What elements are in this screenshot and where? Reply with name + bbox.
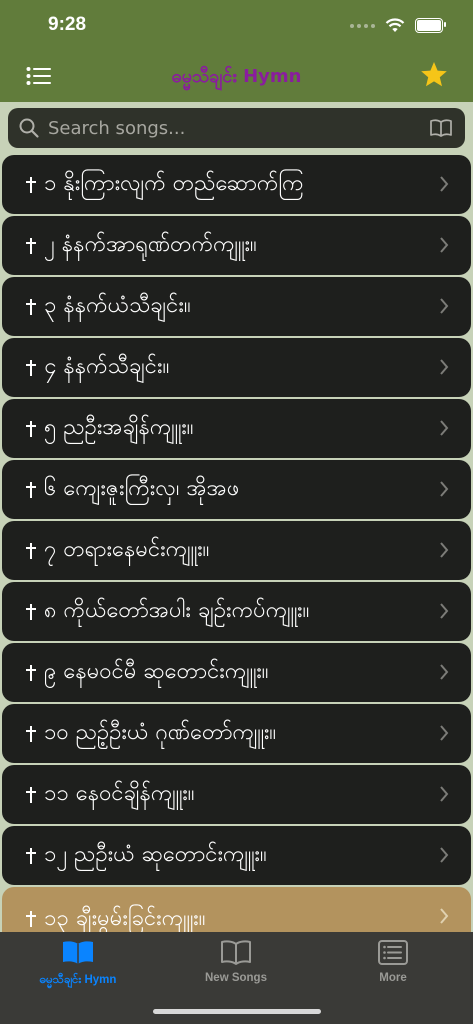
cross-icon bbox=[26, 359, 36, 376]
tab-label: ဓမ္မသီချင်း Hymn bbox=[39, 974, 117, 986]
list-item[interactable]: ၈ ကိုယ်တော်အပါး ချဉ်းကပ်ကျူး။ bbox=[2, 582, 471, 641]
navigation-header: 9:28 ဓမ္မသီချင်း Hymn bbox=[0, 0, 473, 102]
cross-icon bbox=[26, 786, 36, 803]
song-title: ၉ နေမဝင်မီ ဆုတောင်းကျူး။ bbox=[44, 659, 269, 684]
song-list: ၁ နိုးကြားလျက် တည်ဆောက်ကြ ၂ နံနက်အာရုဏ်တ… bbox=[0, 155, 473, 959]
cross-icon bbox=[26, 664, 36, 681]
page-title: ဓမ္မသီချင်း Hymn bbox=[171, 66, 302, 87]
cross-icon bbox=[26, 847, 36, 864]
list-item[interactable]: ၁၁ နေဝင်ချိန်ကျူး။ bbox=[2, 765, 471, 824]
tab-label: More bbox=[379, 972, 407, 984]
open-book-icon bbox=[63, 941, 93, 964]
cross-icon bbox=[26, 298, 36, 315]
tab-hymn[interactable]: ဓမ္မသီချင်း Hymn bbox=[18, 938, 138, 989]
list-item[interactable]: ၁၂ ညဦးယံ ဆုတောင်းကျူး။ bbox=[2, 826, 471, 885]
tab-new-songs[interactable]: New Songs bbox=[176, 938, 296, 984]
song-title: ၁၂ ညဦးယံ ဆုတောင်းကျူး။ bbox=[44, 842, 267, 867]
list-item[interactable]: ၇ တရားနေမင်းကျူး။ bbox=[2, 521, 471, 580]
song-title: ၁၃ ချီးမွမ်းခြင်းကျူး။ bbox=[44, 905, 206, 931]
cross-icon bbox=[26, 237, 36, 254]
chevron-right-icon bbox=[440, 908, 449, 924]
song-title: ၆ ကျေးဇူးကြီးလှ၊ အိုအဖ bbox=[44, 476, 240, 501]
song-title: ၁၁ နေဝင်ချိန်ကျူး။ bbox=[44, 781, 195, 806]
list-box-icon bbox=[378, 940, 408, 965]
song-title: ၁ နိုးကြားလျက် တည်ဆောက်ကြ bbox=[44, 171, 304, 196]
cross-icon bbox=[26, 911, 36, 927]
wifi-icon bbox=[385, 18, 405, 32]
list-item[interactable]: ၃ နံနက်ယံသီချင်း။ bbox=[2, 277, 471, 336]
status-icons bbox=[350, 18, 446, 33]
list-item[interactable]: ၁ နိုးကြားလျက် တည်ဆောက်ကြ bbox=[2, 155, 471, 214]
list-item[interactable]: ၅ ညဦးအချိန်ကျူး။ bbox=[2, 399, 471, 458]
tab-more[interactable]: More bbox=[333, 938, 453, 984]
list-item[interactable]: ၁၀ ညဉ့်ဦးယံ ဂုဏ်တော်ကျူး။ bbox=[2, 704, 471, 763]
chevron-right-icon bbox=[440, 237, 449, 253]
cross-icon bbox=[26, 542, 36, 559]
cross-icon bbox=[26, 481, 36, 498]
signal-icon bbox=[350, 23, 375, 28]
chevron-right-icon bbox=[440, 725, 449, 741]
book-icon[interactable] bbox=[429, 117, 453, 139]
chevron-right-icon bbox=[440, 786, 449, 802]
book-outline-icon bbox=[221, 940, 251, 965]
cross-icon bbox=[26, 725, 36, 742]
chevron-right-icon bbox=[440, 420, 449, 436]
cross-icon bbox=[26, 176, 36, 193]
chevron-right-icon bbox=[440, 298, 449, 314]
search-icon bbox=[19, 118, 39, 138]
favorites-star-icon[interactable] bbox=[419, 60, 449, 90]
search-input[interactable] bbox=[46, 116, 429, 140]
list-item[interactable]: ၂ နံနက်အာရုဏ်တက်ကျူး။ bbox=[2, 216, 471, 275]
tab-label: New Songs bbox=[205, 972, 267, 984]
cross-icon bbox=[26, 420, 36, 437]
battery-icon bbox=[415, 18, 446, 33]
list-item[interactable]: ၉ နေမဝင်မီ ဆုတောင်းကျူး။ bbox=[2, 643, 471, 702]
cross-icon bbox=[26, 603, 36, 620]
search-bar bbox=[8, 108, 465, 148]
song-title: ၃ နံနက်ယံသီချင်း။ bbox=[44, 293, 191, 318]
song-title: ၄ နံနက်သီချင်း။ bbox=[44, 354, 170, 379]
list-item[interactable]: ၆ ကျေးဇူးကြီးလှ၊ အိုအဖ bbox=[2, 460, 471, 519]
song-title: ၂ နံနက်အာရုဏ်တက်ကျူး။ bbox=[44, 232, 257, 257]
chevron-right-icon bbox=[440, 359, 449, 375]
chevron-right-icon bbox=[440, 481, 449, 497]
chevron-right-icon bbox=[440, 603, 449, 619]
song-title: ၇ တရားနေမင်းကျူး။ bbox=[44, 537, 210, 562]
chevron-right-icon bbox=[440, 847, 449, 863]
song-title: ၈ ကိုယ်တော်အပါး ချဉ်းကပ်ကျူး။ bbox=[44, 598, 310, 623]
song-title: ၅ ညဦးအချိန်ကျူး။ bbox=[44, 415, 194, 440]
home-indicator bbox=[153, 1009, 321, 1014]
list-item[interactable]: ၄ နံနက်သီချင်း။ bbox=[2, 338, 471, 397]
status-time: 9:28 bbox=[48, 14, 87, 35]
chevron-right-icon bbox=[440, 542, 449, 558]
chevron-right-icon bbox=[440, 176, 449, 192]
song-title: ၁၀ ညဉ့်ဦးယံ ဂုဏ်တော်ကျူး။ bbox=[44, 720, 277, 745]
chevron-right-icon bbox=[440, 664, 449, 680]
